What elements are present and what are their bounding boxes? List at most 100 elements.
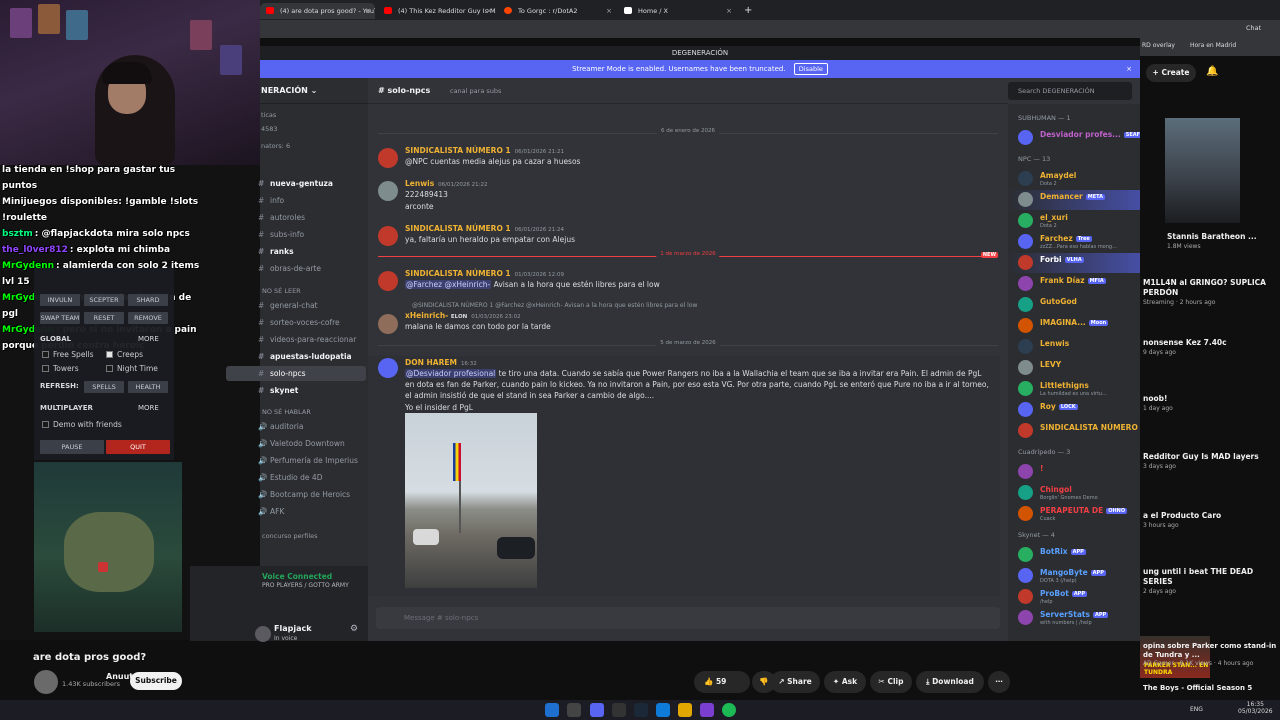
- video-item[interactable]: .: [1140, 628, 1280, 638]
- gear-icon[interactable]: ⚙: [350, 624, 358, 634]
- creeps-checkbox[interactable]: [106, 351, 113, 358]
- member-item[interactable]: Littlethigns La humildad es una virtu...: [1008, 379, 1140, 399]
- channel-item[interactable]: # videos-para-reaccionar: [226, 332, 366, 347]
- bookmark[interactable]: RD overlay: [1142, 42, 1175, 49]
- free-spells-checkbox[interactable]: [42, 351, 49, 358]
- message-input[interactable]: Message # solo-npcs: [376, 607, 1000, 629]
- member-item[interactable]: Amaydel Dota 2: [1008, 169, 1140, 189]
- channel-item[interactable]: # autoroles: [226, 210, 366, 225]
- message-author[interactable]: xHeinrich- ELON 01/03/2026 23:02: [405, 311, 521, 320]
- member-item[interactable]: PERAPEUTA DE OHNO Cuack: [1008, 504, 1140, 524]
- remove-button[interactable]: REMOVE: [128, 312, 168, 324]
- channel-avatar[interactable]: [34, 670, 58, 694]
- new-tab-button[interactable]: +: [738, 3, 758, 19]
- category-header[interactable]: NO SÉ LEER: [226, 287, 366, 295]
- member-item[interactable]: Lenwis: [1008, 337, 1140, 357]
- channel-item[interactable]: # skynet: [226, 383, 366, 398]
- edge-icon[interactable]: [656, 703, 670, 717]
- like-button[interactable]: 👍 59: [694, 671, 750, 693]
- discord-icon[interactable]: [590, 703, 604, 717]
- member-item[interactable]: Demancer META: [1008, 190, 1140, 210]
- video-item[interactable]: noob! 1 day ago: [1143, 394, 1279, 413]
- browser-tab[interactable]: Home / X ×: [618, 3, 736, 19]
- channel-item[interactable]: # obras-de-arte: [226, 261, 366, 276]
- avatar[interactable]: [255, 626, 271, 642]
- voice-channel[interactable]: 🔊 Bootcamp de Heroics: [226, 487, 366, 502]
- video-item[interactable]: The Boys - Official Season 5: [1143, 684, 1252, 692]
- bookmark[interactable]: Hora en Madrid: [1190, 42, 1236, 49]
- avatar[interactable]: [378, 181, 398, 201]
- close-icon[interactable]: ×: [1126, 60, 1132, 78]
- clip-button[interactable]: ✂ Clip: [870, 671, 912, 693]
- category-header[interactable]: NO SÉ HABLAR: [226, 408, 366, 416]
- member-item[interactable]: Forbi VLHA: [1008, 253, 1140, 273]
- chat-button[interactable]: Chat: [1246, 24, 1261, 32]
- channel-item[interactable]: # ranks: [226, 244, 366, 259]
- language-indicator[interactable]: ENG: [1190, 706, 1203, 713]
- browser-tab[interactable]: To Gorgc : r/DotA2 ×: [498, 3, 616, 19]
- channel-item-selected[interactable]: # solo-npcs: [226, 366, 366, 381]
- swap-team-button[interactable]: SWAP TEAM: [40, 312, 80, 324]
- night-time-checkbox[interactable]: [106, 365, 113, 372]
- member-item[interactable]: SINDICALISTA NÚMERO 1: [1008, 421, 1140, 441]
- avatar[interactable]: [378, 358, 398, 378]
- voice-channel[interactable]: 🔊 Perfumería de Imperius: [226, 453, 366, 468]
- member-item[interactable]: ServerStats APP with numbers | /help: [1008, 608, 1140, 628]
- avatar[interactable]: [378, 148, 398, 168]
- video-item[interactable]: opina sobre Parker como stand-in de Tund…: [1143, 642, 1279, 667]
- avatar[interactable]: [378, 226, 398, 246]
- guild-name[interactable]: NERACIÓN ⌄: [260, 78, 368, 104]
- address-bar[interactable]: [260, 20, 1280, 38]
- video-item[interactable]: Stannis Baratheon ... 1.8M views: [1167, 232, 1280, 251]
- member-item[interactable]: Roy LOCK: [1008, 400, 1140, 420]
- voice-channel[interactable]: 🔊 auditoria: [226, 419, 366, 434]
- member-item[interactable]: BotRix APP: [1008, 545, 1140, 565]
- member-item[interactable]: Farchez Tree zzZZ...Para eso hablas mong..…: [1008, 232, 1140, 252]
- member-item[interactable]: el_xuri Dota 2: [1008, 211, 1140, 231]
- reset-button[interactable]: RESET: [84, 312, 124, 324]
- folder-icon[interactable]: [678, 703, 692, 717]
- video-item[interactable]: nonsense Kez 7.40c 9 days ago: [1143, 338, 1279, 357]
- create-button[interactable]: + Create: [1146, 64, 1196, 82]
- video-item[interactable]: a el Producto Caro 3 hours ago: [1143, 511, 1279, 530]
- scepter-button[interactable]: SCEPTER: [84, 294, 124, 306]
- start-icon[interactable]: [545, 703, 559, 717]
- video-item[interactable]: ung until i beat THE DEAD SERIES 2 days a…: [1143, 567, 1279, 596]
- category-header[interactable]: concurso perfiles: [226, 532, 366, 540]
- browser-tab[interactable]: (4) This Kez Redditor Guy Is MAD ...×: [378, 3, 496, 19]
- attached-image[interactable]: [405, 413, 537, 588]
- towers-checkbox[interactable]: [42, 365, 49, 372]
- member-item[interactable]: Frank Díaz MFIA: [1008, 274, 1140, 294]
- disable-button[interactable]: Disable: [793, 63, 828, 75]
- member-item[interactable]: LEVY: [1008, 358, 1140, 378]
- message-author[interactable]: SINDICALISTA NÚMERO 1 01/03/2026 12:09: [405, 269, 564, 278]
- download-button[interactable]: ⤓ Download: [916, 671, 984, 693]
- video-thumbnail[interactable]: [1165, 118, 1240, 223]
- spotify-icon[interactable]: [722, 703, 736, 717]
- search-icon[interactable]: [567, 703, 581, 717]
- more-link[interactable]: MORE: [138, 335, 159, 343]
- message-author[interactable]: SINDICALISTA NÚMERO 1 06/01/2026 21:21: [405, 146, 564, 155]
- video-item[interactable]: M1LL4N al GRINGO? SUPLICA PERDÓN Streamin…: [1143, 278, 1279, 307]
- subscribe-button[interactable]: Subscribe: [130, 672, 182, 690]
- channel-item[interactable]: # subs-info: [226, 227, 366, 242]
- reply-preview[interactable]: @SINDICALISTA NÚMERO 1 @Farchez @xHeinri…: [412, 300, 997, 311]
- member-item[interactable]: MangoByte APP DOTA 3 (/help): [1008, 566, 1140, 586]
- refresh-spells-button[interactable]: SPELLS: [84, 381, 124, 393]
- member-item[interactable]: Chingol Borglin' Gnomes Demo: [1008, 483, 1140, 503]
- avatar[interactable]: [378, 271, 398, 291]
- channel-item[interactable]: # general-chat: [226, 298, 366, 313]
- app-icon[interactable]: [700, 703, 714, 717]
- channel-item[interactable]: # sorteo-voces-cofre: [226, 315, 366, 330]
- clock[interactable]: 16:35 05/03/2026: [1238, 701, 1273, 715]
- channel-item[interactable]: # nueva-gentuza: [226, 176, 366, 191]
- video-item[interactable]: Redditor Guy Is MAD layers 3 days ago: [1143, 452, 1279, 471]
- bell-icon[interactable]: 🔔: [1206, 66, 1218, 77]
- channel-item[interactable]: # apuestas-ludopatia: [226, 349, 366, 364]
- quit-button[interactable]: QUIT: [106, 440, 170, 454]
- member-item[interactable]: !: [1008, 462, 1140, 482]
- steam-icon[interactable]: [634, 703, 648, 717]
- search-input[interactable]: Search DEGENERACIÓN: [1008, 82, 1132, 100]
- ask-button[interactable]: ✦ Ask: [824, 671, 866, 693]
- member-item[interactable]: IMAGINA... Moon: [1008, 316, 1140, 336]
